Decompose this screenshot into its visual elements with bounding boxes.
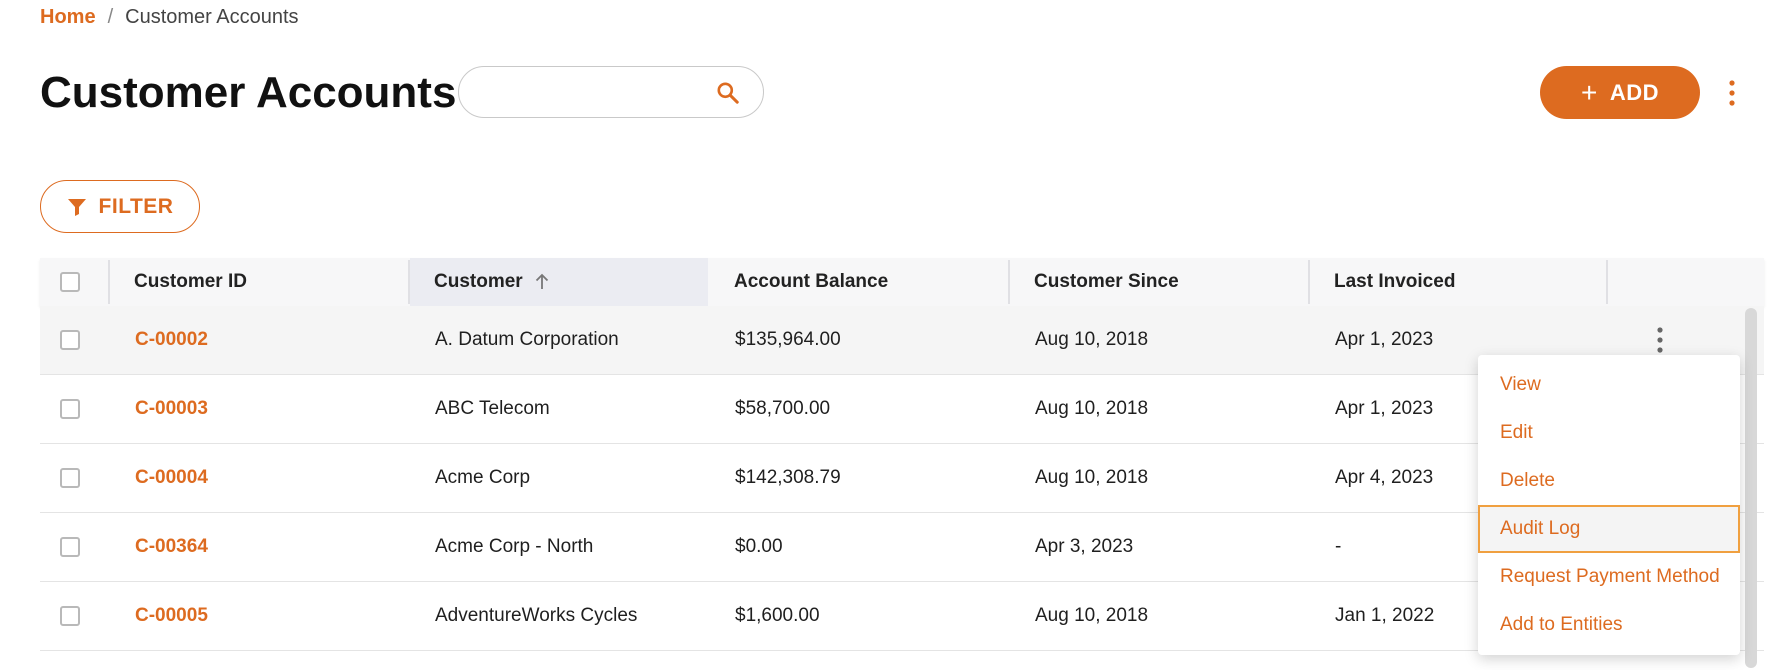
breadcrumb-current: Customer Accounts — [125, 6, 299, 28]
search-box — [458, 66, 764, 119]
last-invoiced: - — [1335, 536, 1342, 557]
row-context-menu: View Edit Delete Audit Log Request Payme… — [1478, 355, 1740, 655]
breadcrumb-separator: / — [107, 6, 114, 28]
filter-button-label: FILTER — [98, 194, 174, 218]
account-balance: $1,600.00 — [735, 605, 820, 626]
add-button[interactable]: + ADD — [1540, 66, 1700, 119]
column-header-label: Account Balance — [734, 271, 889, 292]
row-more-options-icon[interactable] — [1650, 326, 1670, 354]
menu-item-audit-log[interactable]: Audit Log — [1478, 505, 1740, 553]
search-icon[interactable] — [715, 80, 741, 106]
column-header-label: Last Invoiced — [1334, 271, 1456, 292]
customer-id-link[interactable]: C-00002 — [135, 306, 208, 374]
customer-since: Aug 10, 2018 — [1035, 329, 1149, 350]
menu-item-edit[interactable]: Edit — [1478, 409, 1740, 457]
add-button-label: ADD — [1609, 79, 1660, 105]
row-checkbox[interactable] — [60, 468, 80, 488]
menu-item-request-payment-method[interactable]: Request Payment Method — [1478, 553, 1740, 601]
sort-ascending-icon — [535, 273, 548, 289]
filter-button[interactable]: FILTER — [40, 180, 200, 233]
column-header-label: Customer Since — [1034, 271, 1179, 292]
row-checkbox[interactable] — [60, 399, 80, 419]
account-balance: $0.00 — [735, 536, 783, 557]
more-options-icon[interactable] — [1722, 78, 1742, 108]
last-invoiced: Apr 4, 2023 — [1335, 467, 1434, 488]
column-divider — [1606, 260, 1608, 304]
customer-id-link[interactable]: C-00364 — [135, 513, 208, 581]
table-scrollbar[interactable] — [1741, 306, 1759, 670]
customer-since: Aug 10, 2018 — [1035, 398, 1149, 419]
account-balance: $135,964.00 — [735, 329, 841, 350]
menu-item-view[interactable]: View — [1478, 361, 1740, 409]
breadcrumb: Home / Customer Accounts — [40, 6, 299, 29]
filter-icon — [67, 198, 86, 216]
search-input[interactable] — [479, 67, 703, 119]
customer-name: ABC Telecom — [435, 398, 550, 419]
customer-since: Apr 3, 2023 — [1035, 536, 1134, 557]
column-header-customer[interactable]: Customer — [410, 258, 708, 306]
menu-item-add-to-entities[interactable]: Add to Entities — [1478, 601, 1740, 649]
menu-item-delete[interactable]: Delete — [1478, 457, 1740, 505]
last-invoiced: Apr 1, 2023 — [1335, 398, 1434, 419]
customer-id-link[interactable]: C-00003 — [135, 375, 208, 443]
table-header-row: Customer ID Customer Account Balance Cus… — [40, 258, 1764, 306]
column-header-customer-id[interactable]: Customer ID — [110, 258, 408, 306]
column-header-last-invoiced[interactable]: Last Invoiced — [1310, 258, 1606, 306]
customer-since: Aug 10, 2018 — [1035, 467, 1149, 488]
customer-name: A. Datum Corporation — [435, 329, 619, 350]
column-header-account-balance[interactable]: Account Balance — [710, 258, 1008, 306]
column-header-label: Customer ID — [134, 271, 247, 292]
customer-name: Acme Corp — [435, 467, 531, 488]
scrollbar-thumb[interactable] — [1745, 308, 1757, 668]
customer-id-link[interactable]: C-00004 — [135, 444, 208, 512]
customer-id-link[interactable]: C-00005 — [135, 582, 208, 650]
select-all-checkbox[interactable] — [60, 272, 80, 292]
plus-icon: + — [1580, 76, 1598, 108]
column-header-label: Customer — [434, 271, 523, 292]
account-balance: $58,700.00 — [735, 398, 831, 419]
row-checkbox[interactable] — [60, 330, 80, 350]
breadcrumb-home-link[interactable]: Home — [40, 6, 96, 29]
column-header-customer-since[interactable]: Customer Since — [1010, 258, 1308, 306]
account-balance: $142,308.79 — [735, 467, 841, 488]
customer-since: Aug 10, 2018 — [1035, 605, 1149, 626]
last-invoiced: Jan 1, 2022 — [1335, 605, 1435, 626]
customer-name: Acme Corp - North — [435, 536, 594, 557]
last-invoiced: Apr 1, 2023 — [1335, 329, 1434, 350]
customer-name: AdventureWorks Cycles — [435, 605, 638, 626]
page-title: Customer Accounts — [40, 68, 457, 117]
row-checkbox[interactable] — [60, 606, 80, 626]
row-checkbox[interactable] — [60, 537, 80, 557]
